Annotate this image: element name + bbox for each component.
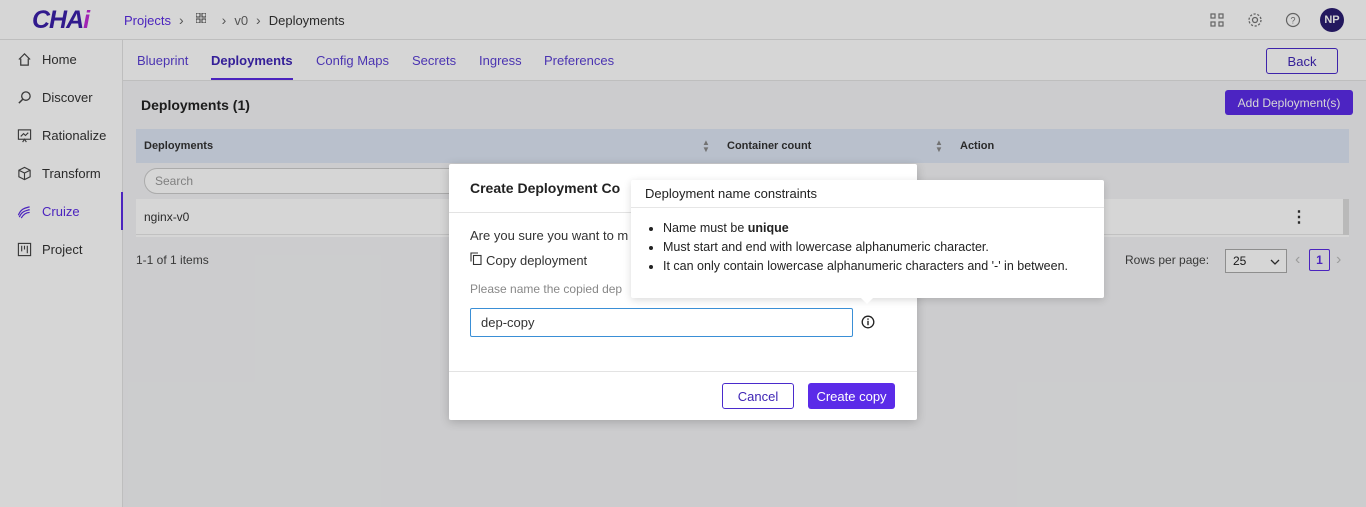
constraint-text: Name must be: [663, 221, 748, 235]
constraint-item: It can only contain lowercase alphanumer…: [663, 259, 1068, 273]
copy-deployment-line: Copy deployment: [470, 252, 587, 268]
copy-deployment-label: Copy deployment: [486, 252, 588, 268]
copy-name-label: Please name the copied dep: [470, 282, 623, 296]
tooltip-arrow: [861, 298, 873, 304]
modal-question: Are you sure you want to m: [470, 228, 629, 243]
constraints-list: Name must be unique Must start and end w…: [663, 221, 1068, 278]
name-constraints-tooltip: Deployment name constraints Name must be…: [631, 180, 1104, 304]
copy-icon: [470, 252, 482, 268]
modal-footer: Cancel Create copy: [449, 371, 917, 420]
constraint-item: Must start and end with lowercase alphan…: [663, 240, 1068, 254]
cancel-button[interactable]: Cancel: [722, 383, 794, 409]
tooltip-title: Deployment name constraints: [631, 180, 1104, 208]
constraint-item: Name must be unique: [663, 221, 1068, 235]
modal-title: Create Deployment Co: [470, 180, 621, 196]
create-copy-button[interactable]: Create copy: [808, 383, 895, 409]
info-icon[interactable]: [861, 315, 875, 329]
constraint-emphasis: unique: [747, 221, 789, 235]
copy-name-input[interactable]: [470, 308, 853, 337]
